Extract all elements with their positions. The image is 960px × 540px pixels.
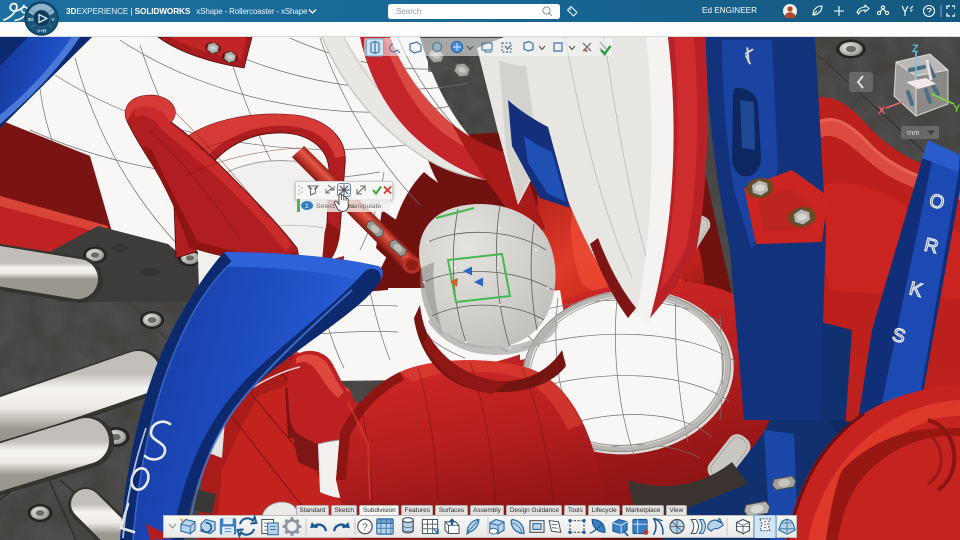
svg-text:X: X [878,105,886,117]
svg-text:Y: Y [953,103,960,115]
svg-text:V+R: V+R [37,29,47,35]
svg-text:manipulate: manipulate [348,203,381,210]
svg-text:3D: 3D [28,17,35,23]
svg-text:?: ? [362,521,368,533]
svg-text:1: 1 [305,203,309,210]
svg-text:Z: Z [912,43,919,55]
